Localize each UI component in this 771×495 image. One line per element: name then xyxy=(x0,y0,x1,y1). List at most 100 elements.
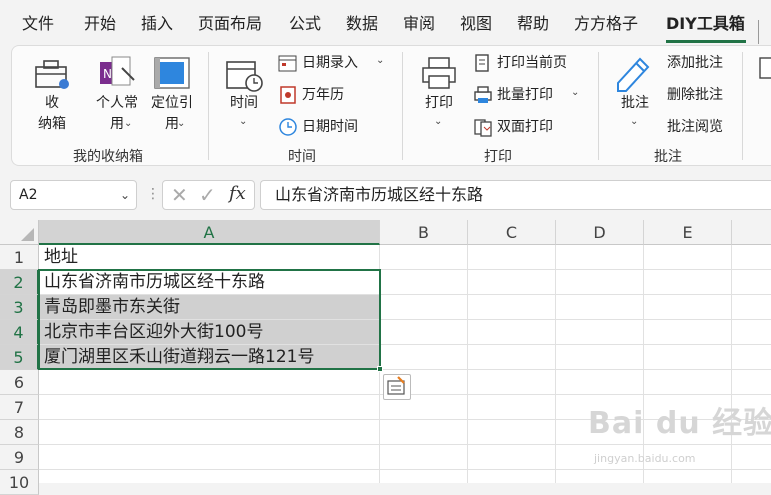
row-header-5[interactable]: 5 xyxy=(0,345,39,370)
column-header-b[interactable]: B xyxy=(380,220,468,245)
column-header-c[interactable]: C xyxy=(468,220,556,245)
group-label-print: 打印 xyxy=(484,149,512,165)
row-header-2[interactable]: 2 xyxy=(0,270,39,295)
group-label-comment: 批注 xyxy=(654,149,682,165)
cell-a3[interactable]: 青岛即墨市东关街 xyxy=(40,295,379,319)
cell-a5[interactable]: 厦门湖里区禾山街道翔云一路121号 xyxy=(40,345,379,369)
function-icon[interactable]: fx xyxy=(229,183,246,204)
toolbox-icon[interactable] xyxy=(33,57,71,91)
row-header-9[interactable]: 9 xyxy=(0,445,39,470)
tab-overflow[interactable] xyxy=(758,20,771,44)
cell-a2[interactable]: 山东省济南市历城区经十东路 xyxy=(40,270,379,294)
calendar-clock-icon[interactable] xyxy=(225,56,265,94)
svg-text:N: N xyxy=(103,67,112,81)
review-comment-label[interactable]: 批注阅览 xyxy=(667,117,723,137)
add-comment-label[interactable]: 添加批注 xyxy=(667,53,723,73)
column-header-d[interactable]: D xyxy=(556,220,644,245)
duplex-print-icon[interactable] xyxy=(473,117,493,137)
gridline xyxy=(39,469,771,470)
date-entry-icon[interactable] xyxy=(278,54,298,72)
group-divider xyxy=(402,52,403,160)
datetime-label[interactable]: 日期时间 xyxy=(302,117,358,137)
tab-file[interactable]: 文件 xyxy=(22,12,54,36)
row-header-3[interactable]: 3 xyxy=(0,295,39,320)
row-header-6[interactable]: 6 xyxy=(0,370,39,395)
tab-diy-toolbox[interactable]: DIY工具箱 xyxy=(666,12,745,36)
group-divider xyxy=(742,52,743,160)
batch-print-icon[interactable] xyxy=(473,85,493,105)
column-header-a[interactable]: A xyxy=(39,220,380,245)
perpetual-calendar-icon[interactable] xyxy=(278,85,298,105)
comment-pen-icon[interactable] xyxy=(614,53,654,93)
chevron-down-icon[interactable]: ⌄ xyxy=(124,118,132,129)
group-label-my-box: 我的收纳箱 xyxy=(73,149,143,165)
print-current-page-label[interactable]: 打印当前页 xyxy=(497,53,567,73)
chevron-down-icon[interactable]: ⌄ xyxy=(239,116,247,127)
gridline xyxy=(643,245,644,483)
perpetual-calendar-label[interactable]: 万年历 xyxy=(302,85,344,105)
gridline xyxy=(467,245,468,483)
comment-button-label[interactable]: 批注 xyxy=(617,93,653,114)
time-button-label[interactable]: 时间 xyxy=(226,93,262,114)
gridline xyxy=(39,444,771,445)
print-button-label[interactable]: 打印 xyxy=(421,93,457,114)
name-box[interactable]: A2 ⌄ xyxy=(10,180,137,210)
gridline xyxy=(731,245,732,483)
row-header-7[interactable]: 7 xyxy=(0,395,39,420)
cell-a1[interactable]: 地址 xyxy=(40,245,379,269)
tab-fangfang[interactable]: 方方格子 xyxy=(574,12,638,36)
formula-input[interactable]: 山东省济南市历城区经十东路 xyxy=(260,180,771,210)
print-current-page-icon[interactable] xyxy=(473,53,493,73)
quick-analysis-button[interactable] xyxy=(383,374,411,400)
locate-reference-label[interactable]: 定位引 用 xyxy=(148,93,196,135)
more-tools-icon[interactable] xyxy=(758,56,771,86)
gridline xyxy=(555,245,556,483)
personal-common-icon[interactable]: N xyxy=(98,54,138,92)
select-all-corner[interactable] xyxy=(0,220,39,245)
cell-a4[interactable]: 北京市丰台区迎外大街100号 xyxy=(40,320,379,344)
clock-icon[interactable] xyxy=(278,117,298,137)
check-icon[interactable]: ✓ xyxy=(199,183,216,207)
gridline xyxy=(379,245,380,483)
chevron-down-icon[interactable]: ⌄ xyxy=(434,116,442,127)
drag-handle-icon[interactable]: ⋮ xyxy=(146,186,160,202)
chevron-down-icon[interactable]: ⌄ xyxy=(177,118,185,129)
tab-view[interactable]: 视图 xyxy=(460,12,492,36)
fill-handle[interactable] xyxy=(377,366,383,372)
menu-tab-bar: 文件 开始 插入 页面布局 公式 数据 审阅 视图 帮助 方方格子 DIY工具箱 xyxy=(0,0,771,44)
chevron-down-icon[interactable]: ⌄ xyxy=(120,181,130,209)
group-label-time: 时间 xyxy=(288,149,316,165)
tab-home[interactable]: 开始 xyxy=(84,12,116,36)
chevron-down-icon[interactable]: ⌄ xyxy=(630,116,638,127)
active-tab-indicator xyxy=(666,40,746,43)
row-header-1[interactable]: 1 xyxy=(0,245,39,270)
tab-review[interactable]: 审阅 xyxy=(403,12,435,36)
date-entry-label[interactable]: 日期录入 xyxy=(302,53,358,73)
duplex-print-label[interactable]: 双面打印 xyxy=(497,117,553,137)
batch-print-label[interactable]: 批量打印 xyxy=(497,85,553,105)
column-header-e[interactable]: E xyxy=(644,220,732,245)
row-header-8[interactable]: 8 xyxy=(0,420,39,445)
tab-insert[interactable]: 插入 xyxy=(141,12,173,36)
group-divider xyxy=(208,52,209,160)
tab-help[interactable]: 帮助 xyxy=(517,12,549,36)
locate-reference-icon[interactable] xyxy=(153,56,191,90)
box-button-label[interactable]: 收 纳箱 xyxy=(34,93,70,135)
quick-analysis-icon xyxy=(387,376,405,395)
gridline xyxy=(39,369,771,370)
personal-common-label[interactable]: 个人常 用 xyxy=(93,93,141,135)
watermark-url: jingyan.baidu.com xyxy=(594,452,696,465)
printer-icon[interactable] xyxy=(420,56,458,90)
cancel-icon[interactable]: ✕ xyxy=(171,183,188,207)
delete-comment-label[interactable]: 删除批注 xyxy=(667,85,723,105)
name-box-value: A2 xyxy=(19,187,38,203)
tab-data[interactable]: 数据 xyxy=(346,12,378,36)
watermark: Bai du 经验 xyxy=(588,406,771,441)
row-header-4[interactable]: 4 xyxy=(0,320,39,345)
tab-formulas[interactable]: 公式 xyxy=(289,12,321,36)
chevron-down-icon[interactable]: ⌄ xyxy=(376,55,384,66)
formula-buttons: ✕ ✓ fx xyxy=(162,180,255,210)
tab-page-layout[interactable]: 页面布局 xyxy=(198,12,262,36)
chevron-down-icon[interactable]: ⌄ xyxy=(571,87,579,98)
column-header-f[interactable] xyxy=(732,220,771,245)
